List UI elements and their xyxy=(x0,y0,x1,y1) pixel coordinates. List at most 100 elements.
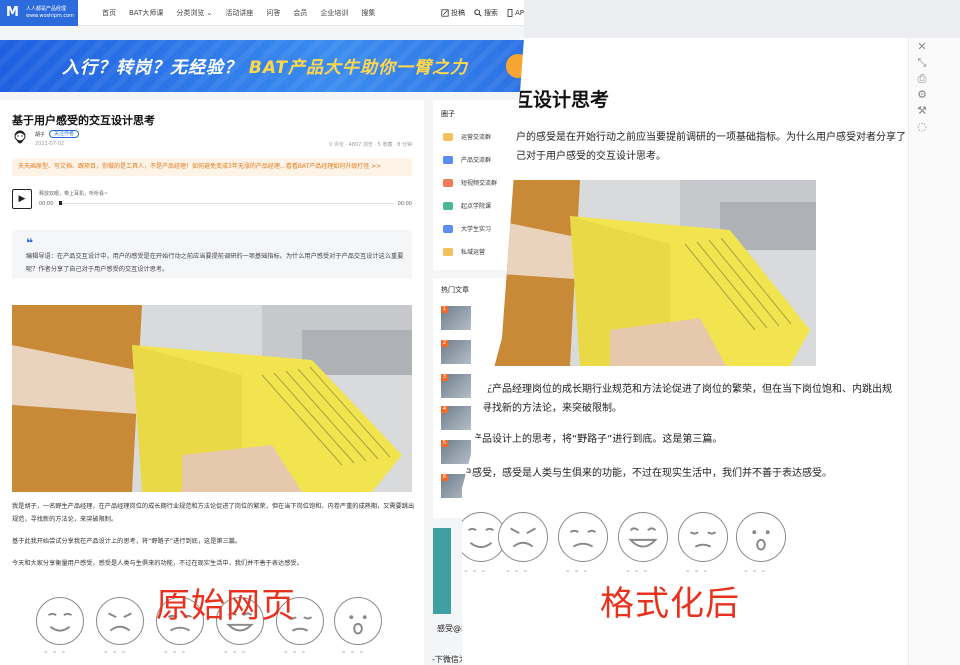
article-photo xyxy=(12,305,412,492)
angry-face-icon xyxy=(498,512,548,562)
nav-training[interactable]: 企业培训 xyxy=(320,8,348,18)
promo-notice[interactable]: 天天画原型、写文档、跟项目，你做的是工具人，不是产品经理！如何避免变成3年无涨的… xyxy=(12,158,412,176)
editor-note-text: 编辑导语：在产品交互设计中，用户的感受是在开始行动之前应当要提前调研的一项基础指… xyxy=(26,253,404,273)
nav-qa[interactable]: 问答 xyxy=(266,8,280,18)
audio-progress-handle[interactable] xyxy=(59,201,62,205)
editor-note: ❝ 编辑导语：在产品交互设计中，用户的感受是在开始行动之前应当要提前调研的一项基… xyxy=(12,230,412,278)
nav-collect[interactable]: 搜集 xyxy=(361,8,375,18)
logo-m-icon: M xyxy=(6,5,19,20)
search-button[interactable]: 搜索 xyxy=(474,8,498,18)
article-paragraph: 今天和大家分享衡量用户感受，感受是人类与生俱来的功能，不过在现实生活中，我们并不… xyxy=(12,560,303,567)
reader-paragraph: 理。在产品经理岗位的成长期行业规范和方法论促进了岗位的繁荣，但在当下岗位饱和、内… xyxy=(462,384,892,414)
group-icon xyxy=(443,155,453,164)
app-label: AP xyxy=(515,9,525,17)
follow-author-button[interactable]: 关注作者 xyxy=(49,130,80,138)
nav-events[interactable]: 活动讲座 xyxy=(225,8,253,18)
emoji-caption-dash: - - - xyxy=(566,566,589,577)
sidebar-item[interactable]: 起点学院课 xyxy=(443,201,491,210)
sidebar-item[interactable]: 私域运营 xyxy=(443,247,485,256)
emoji-caption-dash: - - - xyxy=(44,647,67,658)
grin-face-icon xyxy=(618,512,668,562)
main-nav: 首页 BAT大师课 分类浏览 ⌄ 活动讲座 问答 会员 企业培训 搜集 xyxy=(102,0,375,26)
author-avatar[interactable] xyxy=(12,130,28,148)
reader-title: 互设计思考 xyxy=(514,89,610,111)
rank-badge: 6 xyxy=(441,474,448,481)
side-promo[interactable] xyxy=(433,528,451,614)
rank-badge: 2 xyxy=(441,340,448,347)
play-icon: ▶ xyxy=(18,194,26,204)
sidebar-item-label: 产品交流群 xyxy=(461,157,492,164)
group-icon xyxy=(443,224,453,233)
sidebar-item[interactable]: 短视频交流群 xyxy=(443,178,497,187)
smile-face-icon xyxy=(36,597,84,645)
site-url: www.woshipm.com xyxy=(26,13,75,19)
play-button[interactable]: ▶ xyxy=(12,189,32,209)
surprised-face-icon xyxy=(736,512,786,562)
nav-home[interactable]: 首页 xyxy=(102,8,116,18)
sad-face-icon xyxy=(558,512,608,562)
sidebar-item[interactable]: 产品交流群 xyxy=(443,155,491,164)
article-date: 2021-07-02 xyxy=(35,141,65,147)
emoji-caption-dash: - - - xyxy=(104,647,127,658)
author-name[interactable]: 胡子 xyxy=(35,131,45,138)
hot-article-thumb[interactable]: 5 xyxy=(441,440,471,464)
banner-yellow-text: BAT产品大牛助你一臂之力 xyxy=(248,58,469,78)
banner-headline: 入行？转岗？无经验？ BAT产品大牛助你一臂之力 xyxy=(62,53,468,78)
audio-progress-track[interactable] xyxy=(59,203,394,204)
print-icon[interactable]: ⎙ xyxy=(915,72,929,86)
emoji-caption-dash: - - - xyxy=(164,647,187,658)
original-label: 原始网页 xyxy=(156,586,296,626)
banner-white-text: 入行？转岗？无经验？ xyxy=(62,58,242,78)
site-header: M 人人都是产品经理 www.woshipm.com 首页 BAT大师课 分类浏… xyxy=(0,0,560,26)
submit-button[interactable]: 投稿 xyxy=(441,8,465,18)
sidebar-item-label: 大学生实习 xyxy=(461,226,492,233)
formatted-label: 格式化后 xyxy=(600,584,740,624)
article-paragraph: 基于此我开始尝试分享我在产品设计上的思考，将“野路子”进行到底，这是第三篇。 xyxy=(12,538,242,545)
bulb-icon[interactable]: ◌ xyxy=(915,120,929,134)
nav-membership[interactable]: 会员 xyxy=(293,8,307,18)
reader-photo xyxy=(470,180,816,366)
angry-face-icon xyxy=(96,597,144,645)
site-logo[interactable]: M 人人都是产品经理 www.woshipm.com xyxy=(0,0,78,26)
wrench-icon[interactable]: ⚒ xyxy=(915,104,929,118)
rank-badge: 3 xyxy=(441,374,448,381)
article-title: 基于用户感受的交互设计思考 xyxy=(12,114,155,127)
search-label: 搜索 xyxy=(484,9,498,17)
nav-bat[interactable]: BAT大师课 xyxy=(129,8,163,18)
nav-categories[interactable]: 分类浏览 ⌄ xyxy=(176,8,212,18)
audio-duration: 00:00 xyxy=(397,201,412,207)
crying-face-icon xyxy=(678,512,728,562)
search-icon xyxy=(474,9,482,17)
app-button[interactable]: AP xyxy=(507,9,524,17)
emoji-caption-dash: - - - xyxy=(342,647,365,658)
emoji-caption-dash: - - - xyxy=(224,647,247,658)
hot-article-thumb[interactable]: 4 xyxy=(441,406,471,430)
header-tools: 投稿 搜索 AP xyxy=(441,0,524,26)
sidebar-title: 圈子 xyxy=(441,110,455,118)
group-icon xyxy=(443,178,453,187)
sidebar-item[interactable]: 大学生实习 xyxy=(443,224,491,233)
logo-text: 人人都是产品经理 www.woshipm.com xyxy=(26,6,74,20)
audio-caption: 释放双眼，带上耳机，听听看~ xyxy=(39,191,109,197)
rank-badge: 1 xyxy=(441,306,448,313)
reader-paragraph: 在产品设计上的思考，将“野路子”进行到底。这是第三篇。 xyxy=(462,434,723,445)
sidebar-item[interactable]: 运营交流群 xyxy=(443,132,491,141)
hot-article-thumb[interactable]: 1 xyxy=(441,306,471,330)
promo-banner[interactable]: 入行？转岗？无经验？ BAT产品大牛助你一臂之力 xyxy=(0,40,560,92)
hot-article-thumb[interactable]: 2 xyxy=(441,340,471,364)
reader-paragraph: 户感受，感受是人类与生俱来的功能，不过在现实生活中，我们并不善于表达感受。 xyxy=(462,468,832,479)
comparison-screenshot: M 人人都是产品经理 www.woshipm.com 首页 BAT大师课 分类浏… xyxy=(0,0,960,665)
reader-lead: 用户的感受是在开始行动之前应当要提前调研的一项基础指标。为什么用户感受对者分享了… xyxy=(506,132,906,162)
article-paragraph: 我是胡子，一名野生产品经理，在产品经理岗位的成长期行业规范和方法论促进了岗位的繁… xyxy=(12,503,415,523)
close-icon[interactable]: ✕ xyxy=(915,40,929,54)
audio-player: ▶ 释放双眼，带上耳机，听听看~ 00:00 00:00 xyxy=(12,188,412,210)
submit-label: 投稿 xyxy=(451,9,465,17)
collapse-icon[interactable]: ⤡ xyxy=(915,56,929,70)
emoji-caption-dash: - - - xyxy=(744,566,767,577)
hot-article-thumb[interactable]: 3 xyxy=(441,374,471,398)
settings-icon[interactable]: ⚙ xyxy=(915,88,929,102)
edit-icon xyxy=(441,9,449,17)
sidebar-item-label: 运营交流群 xyxy=(461,134,492,141)
article-stats: 0 评论 · 4807 浏览 · 5 收藏 · 8 分钟 xyxy=(329,142,412,148)
surprised-face-icon xyxy=(334,597,382,645)
